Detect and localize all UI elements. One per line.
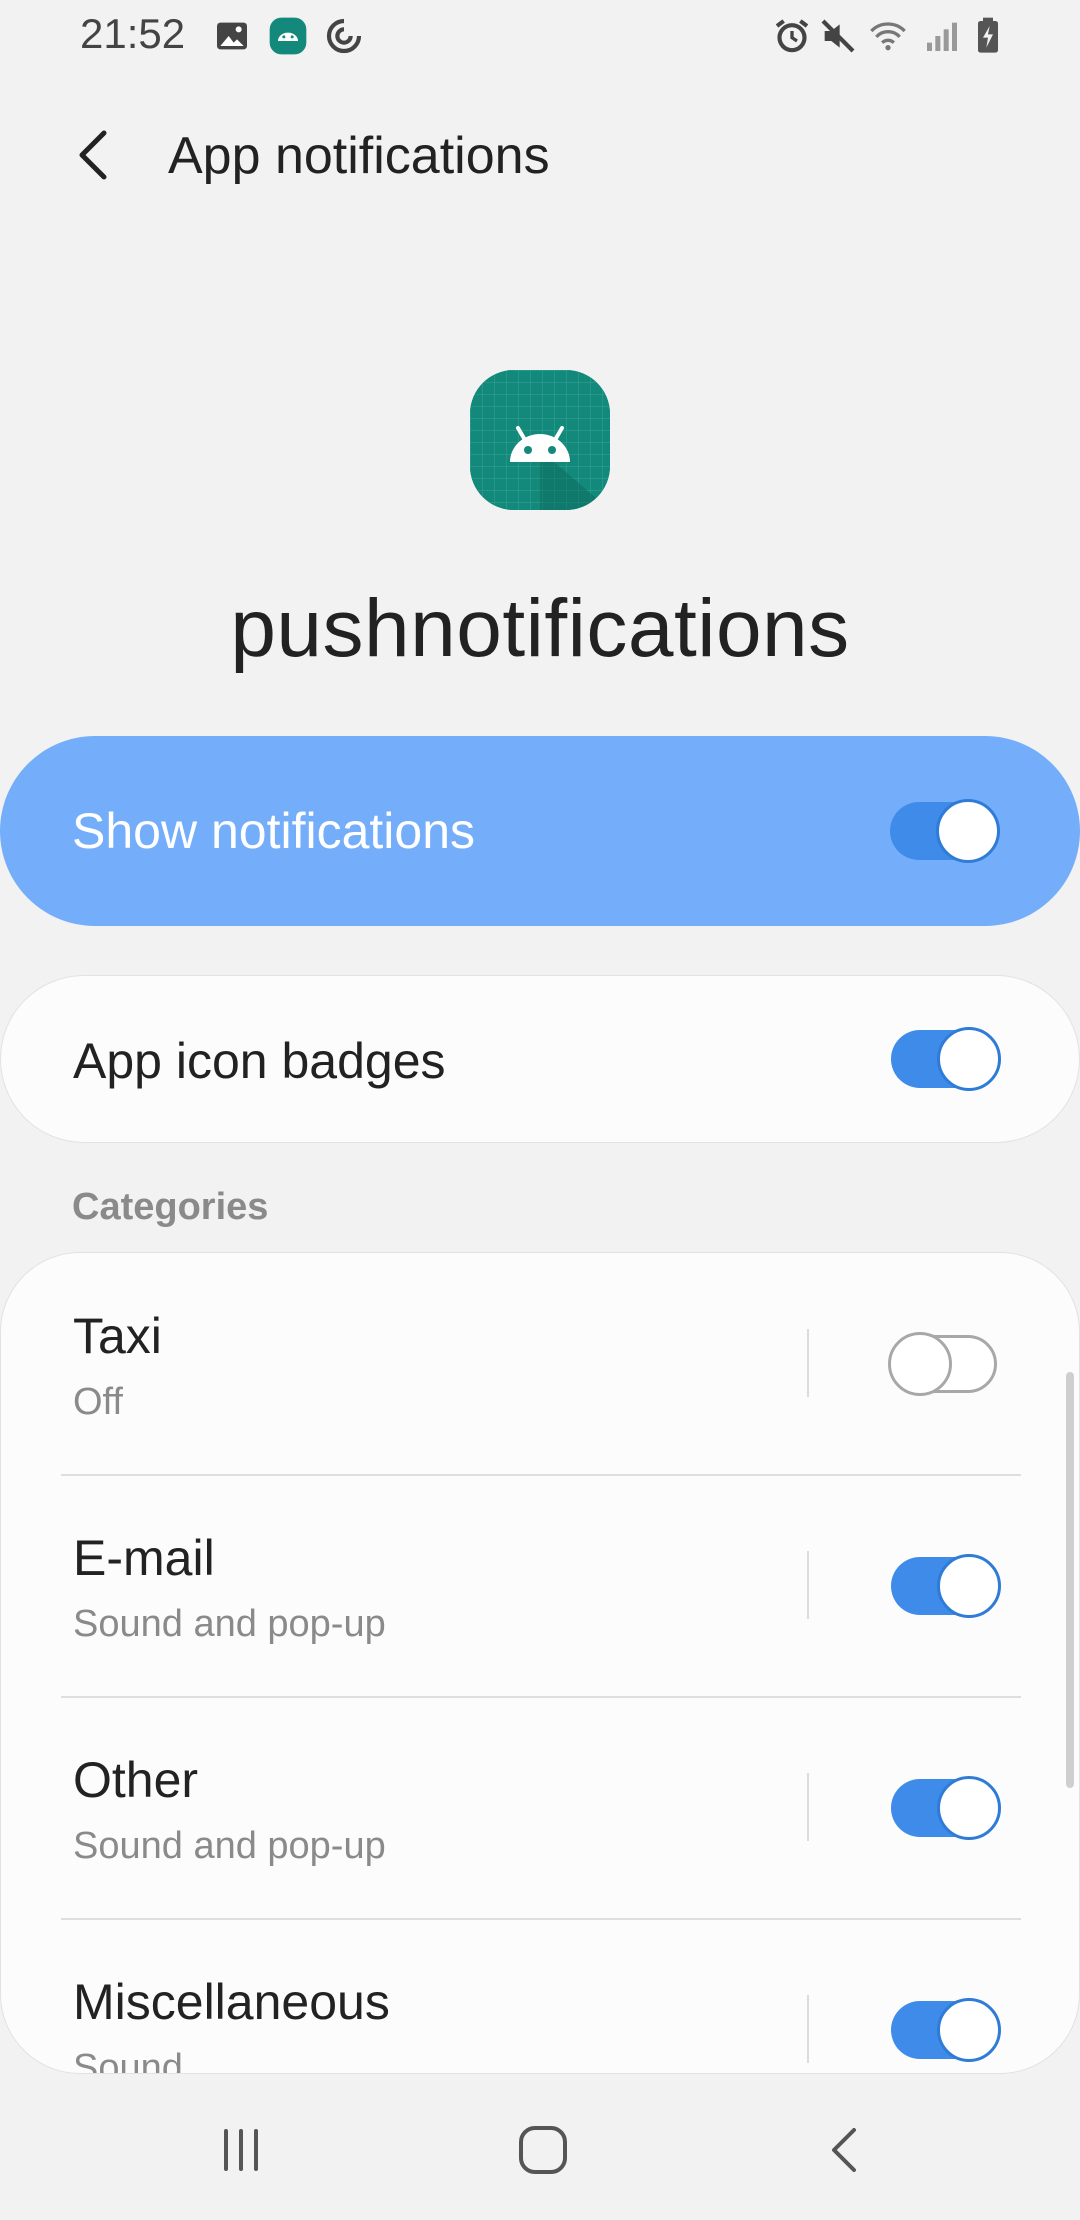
mute-icon	[818, 16, 858, 56]
app-icon-badges-label: App icon badges	[73, 1033, 446, 1089]
toggle-knob	[888, 1332, 952, 1396]
category-subtitle: Sound and pop-up	[73, 1603, 386, 1645]
toggle-knob	[937, 1776, 1001, 1840]
recents-icon	[224, 2129, 258, 2171]
category-title: Other	[73, 1752, 199, 1808]
app-name: pushnotifications	[230, 583, 850, 674]
category-item-miscellaneous[interactable]: Miscellaneous Sound	[1, 1919, 1079, 2074]
back-icon	[832, 2128, 856, 2172]
category-toggle-other[interactable]	[891, 1776, 1001, 1840]
category-item-email[interactable]: E-mail Sound and pop-up	[1, 1475, 1079, 1697]
category-toggle-email[interactable]	[891, 1554, 1001, 1618]
android-icon	[470, 370, 610, 510]
show-notifications-row[interactable]: Show notifications	[0, 736, 1080, 926]
category-item-taxi[interactable]: Taxi Off	[1, 1253, 1079, 1475]
back-arrow-icon	[79, 130, 107, 180]
divider	[807, 1773, 809, 1841]
category-subtitle: Sound	[73, 2047, 183, 2074]
category-title: Taxi	[73, 1308, 162, 1364]
scrollbar[interactable]	[1066, 1372, 1074, 1788]
back-button[interactable]	[64, 120, 124, 190]
image-icon	[212, 16, 252, 56]
divider	[807, 1329, 809, 1397]
category-item-other[interactable]: Other Sound and pop-up	[1, 1697, 1079, 1919]
toggle-knob	[937, 1027, 1001, 1091]
category-toggle-taxi[interactable]	[888, 1332, 997, 1396]
category-subtitle: Off	[73, 1381, 123, 1423]
show-notifications-label: Show notifications	[72, 803, 476, 859]
signal-icon	[922, 16, 962, 56]
home-button[interactable]	[498, 2110, 588, 2190]
categories-list: Taxi Off E-mail Sound and pop-up Other S…	[0, 1252, 1080, 2074]
nav-back-button[interactable]	[800, 2110, 890, 2190]
show-notifications-toggle[interactable]	[890, 799, 1000, 863]
alarm-icon	[772, 16, 812, 56]
toggle-knob	[937, 1554, 1001, 1618]
categories-heading: Categories	[72, 1186, 269, 1228]
toggle-knob	[936, 799, 1000, 863]
android-app-icon	[268, 16, 308, 56]
sync-icon	[324, 16, 364, 56]
toggle-knob	[937, 1998, 1001, 2062]
divider	[807, 1995, 809, 2063]
category-toggle-miscellaneous[interactable]	[891, 1998, 1001, 2062]
category-title: E-mail	[73, 1530, 215, 1586]
divider	[807, 1551, 809, 1619]
page-title: App notifications	[168, 127, 550, 185]
status-time: 21:52	[80, 10, 186, 57]
recents-button[interactable]	[196, 2110, 286, 2190]
category-subtitle: Sound and pop-up	[73, 1825, 386, 1867]
app-icon-badges-row[interactable]: App icon badges	[0, 975, 1080, 1143]
app-icon-badges-toggle[interactable]	[891, 1027, 1001, 1091]
home-icon	[519, 2126, 567, 2174]
battery-charging-icon	[968, 16, 1008, 56]
category-title: Miscellaneous	[73, 1974, 390, 2030]
wifi-icon	[868, 16, 908, 56]
